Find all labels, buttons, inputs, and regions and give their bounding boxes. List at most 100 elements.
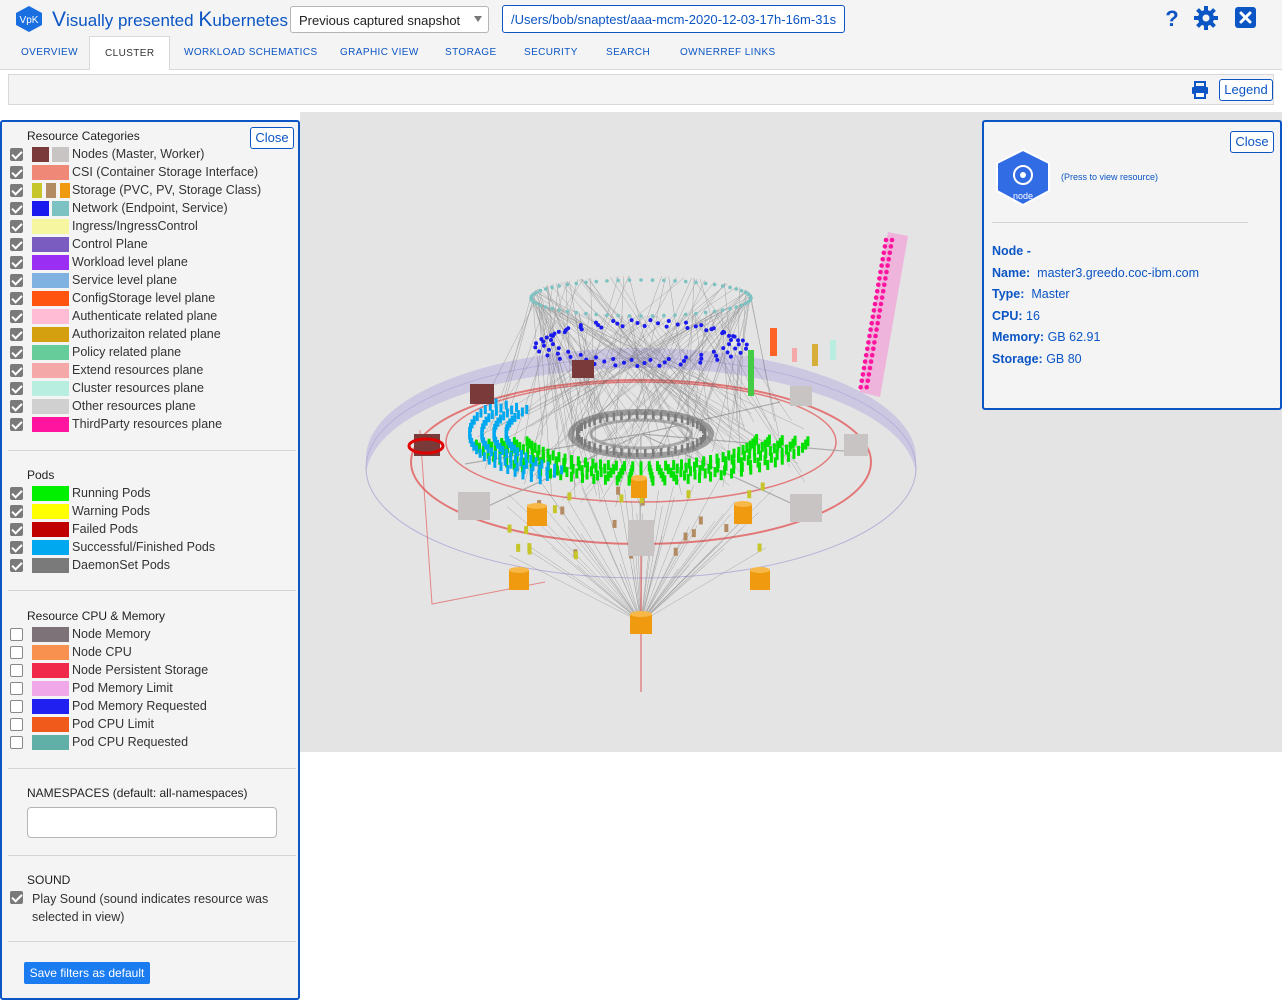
- cpu-memory-filter-row[interactable]: Node CPU: [10, 644, 295, 660]
- category-checkbox[interactable]: [10, 400, 23, 413]
- cpu-memory-filter-row[interactable]: Pod Memory Requested: [10, 698, 295, 714]
- pod-filter-row[interactable]: Warning Pods: [10, 503, 295, 519]
- category-filter-row[interactable]: Other resources plane: [10, 398, 295, 414]
- color-swatch: [32, 255, 69, 270]
- save-filters-button[interactable]: Save filters as default: [24, 962, 150, 984]
- tab-overview[interactable]: OVERVIEW: [21, 36, 78, 70]
- section-divider: [8, 590, 296, 591]
- pod-checkbox[interactable]: [10, 541, 23, 554]
- cpu-memory-filter-row[interactable]: Pod Memory Limit: [10, 680, 295, 696]
- cpu-memory-filter-row[interactable]: Pod CPU Limit: [10, 716, 295, 732]
- category-filter-row[interactable]: Nodes (Master, Worker): [10, 146, 295, 162]
- category-filter-row[interactable]: Service level plane: [10, 272, 295, 288]
- pod-filter-row[interactable]: Successful/Finished Pods: [10, 539, 295, 555]
- category-filter-row[interactable]: Workload level plane: [10, 254, 295, 270]
- cpu-memory-checkbox[interactable]: [10, 646, 23, 659]
- category-checkbox[interactable]: [10, 418, 23, 431]
- category-checkbox[interactable]: [10, 274, 23, 287]
- category-filter-row[interactable]: Authorizaiton related plane: [10, 326, 295, 342]
- category-filter-row[interactable]: Policy related plane: [10, 344, 295, 360]
- snapshot-path-button[interactable]: /Users/bob/snaptest/aaa-mcm-2020-12-03-1…: [502, 5, 845, 33]
- category-filter-label: Network (Endpoint, Service): [72, 201, 228, 215]
- category-filter-row[interactable]: Authenticate related plane: [10, 308, 295, 324]
- color-swatch: [32, 309, 69, 324]
- cpu-memory-filter-row[interactable]: Pod CPU Requested: [10, 734, 295, 750]
- color-swatch: [32, 522, 69, 537]
- help-icon[interactable]: ?: [1159, 5, 1185, 31]
- cpu-memory-checkbox[interactable]: [10, 700, 23, 713]
- category-checkbox[interactable]: [10, 310, 23, 323]
- category-checkbox[interactable]: [10, 256, 23, 269]
- node-resource-icon[interactable]: node: [992, 148, 1054, 208]
- category-filter-label: CSI (Container Storage Interface): [72, 165, 259, 179]
- category-filter-row[interactable]: ConfigStorage level plane: [10, 290, 295, 306]
- category-filter-label: Service level plane: [72, 273, 177, 287]
- color-swatch: [32, 627, 69, 642]
- pod-filter-row[interactable]: Failed Pods: [10, 521, 295, 537]
- cpu-memory-filter-row[interactable]: Node Persistent Storage: [10, 662, 295, 678]
- category-filter-row[interactable]: ThirdParty resources plane: [10, 416, 295, 432]
- print-icon[interactable]: [1191, 81, 1209, 99]
- category-checkbox[interactable]: [10, 202, 23, 215]
- cpu-memory-checkbox[interactable]: [10, 664, 23, 677]
- category-checkbox[interactable]: [10, 148, 23, 161]
- tab-search[interactable]: SEARCH: [606, 36, 650, 70]
- category-checkbox[interactable]: [10, 382, 23, 395]
- category-filter-row[interactable]: Network (Endpoint, Service): [10, 200, 295, 216]
- detail-name: Name: master3.greedo.coc-ibm.com: [992, 266, 1200, 280]
- play-sound-checkbox[interactable]: [10, 891, 23, 904]
- pod-checkbox[interactable]: [10, 559, 23, 572]
- tab-storage[interactable]: STORAGE: [445, 36, 497, 70]
- detail-memory: Memory: GB 62.91: [992, 330, 1101, 344]
- color-swatch: [32, 504, 69, 519]
- category-filter-row[interactable]: Cluster resources plane: [10, 380, 295, 396]
- category-checkbox[interactable]: [10, 292, 23, 305]
- tab-ownerref-links[interactable]: OWNERREF LINKS: [680, 36, 776, 70]
- color-swatch: [32, 558, 69, 573]
- play-sound-option[interactable]: Play Sound (sound indicates resource was…: [10, 889, 295, 929]
- category-checkbox[interactable]: [10, 328, 23, 341]
- category-filter-row[interactable]: Storage (PVC, PV, Storage Class): [10, 182, 295, 198]
- color-swatch: [32, 645, 69, 660]
- cpu-memory-filter-label: Pod CPU Requested: [72, 735, 189, 749]
- snapshot-select[interactable]: Previous captured snapshot: [290, 6, 489, 33]
- category-filter-row[interactable]: Ingress/IngressControl: [10, 218, 295, 234]
- namespaces-input[interactable]: [27, 807, 277, 838]
- category-checkbox[interactable]: [10, 166, 23, 179]
- category-checkbox[interactable]: [10, 184, 23, 197]
- pod-checkbox[interactable]: [10, 505, 23, 518]
- category-filter-label: ConfigStorage level plane: [72, 291, 216, 305]
- pod-filter-row[interactable]: DaemonSet Pods: [10, 557, 295, 573]
- cpu-memory-checkbox[interactable]: [10, 736, 23, 749]
- category-filter-row[interactable]: Extend resources plane: [10, 362, 295, 378]
- category-filter-row[interactable]: CSI (Container Storage Interface): [10, 164, 295, 180]
- pod-filter-row[interactable]: Running Pods: [10, 485, 295, 501]
- close-window-icon[interactable]: [1233, 5, 1259, 31]
- category-filter-label: Workload level plane: [72, 255, 188, 269]
- pod-checkbox[interactable]: [10, 523, 23, 536]
- cpu-memory-checkbox[interactable]: [10, 682, 23, 695]
- cpu-memory-checkbox[interactable]: [10, 628, 23, 641]
- category-checkbox[interactable]: [10, 220, 23, 233]
- section-divider: [8, 941, 296, 942]
- detail-panel-close-button[interactable]: Close: [1230, 131, 1274, 153]
- tab-workload-schematics[interactable]: WORKLOAD SCHEMATICS: [184, 36, 318, 70]
- legend-button[interactable]: Legend: [1219, 79, 1273, 101]
- category-filter-row[interactable]: Control Plane: [10, 236, 295, 252]
- category-checkbox[interactable]: [10, 238, 23, 251]
- pod-filter-label: Running Pods: [72, 486, 151, 500]
- tab-cluster[interactable]: CLUSTER: [89, 36, 171, 70]
- chevron-down-icon: [474, 16, 482, 22]
- tab-graphic-view[interactable]: GRAPHIC VIEW: [340, 36, 419, 70]
- gear-icon[interactable]: [1193, 5, 1219, 31]
- category-checkbox[interactable]: [10, 364, 23, 377]
- cpu-memory-checkbox[interactable]: [10, 718, 23, 731]
- view-resource-link[interactable]: (Press to view resource): [1061, 172, 1158, 182]
- category-checkbox[interactable]: [10, 346, 23, 359]
- pod-checkbox[interactable]: [10, 487, 23, 500]
- color-swatch: [32, 399, 69, 414]
- cpu-memory-filter-row[interactable]: Node Memory: [10, 626, 295, 642]
- tab-security[interactable]: SECURITY: [524, 36, 578, 70]
- cpu-memory-filter-label: Node Persistent Storage: [72, 663, 209, 677]
- pods-title: Pods: [27, 468, 55, 482]
